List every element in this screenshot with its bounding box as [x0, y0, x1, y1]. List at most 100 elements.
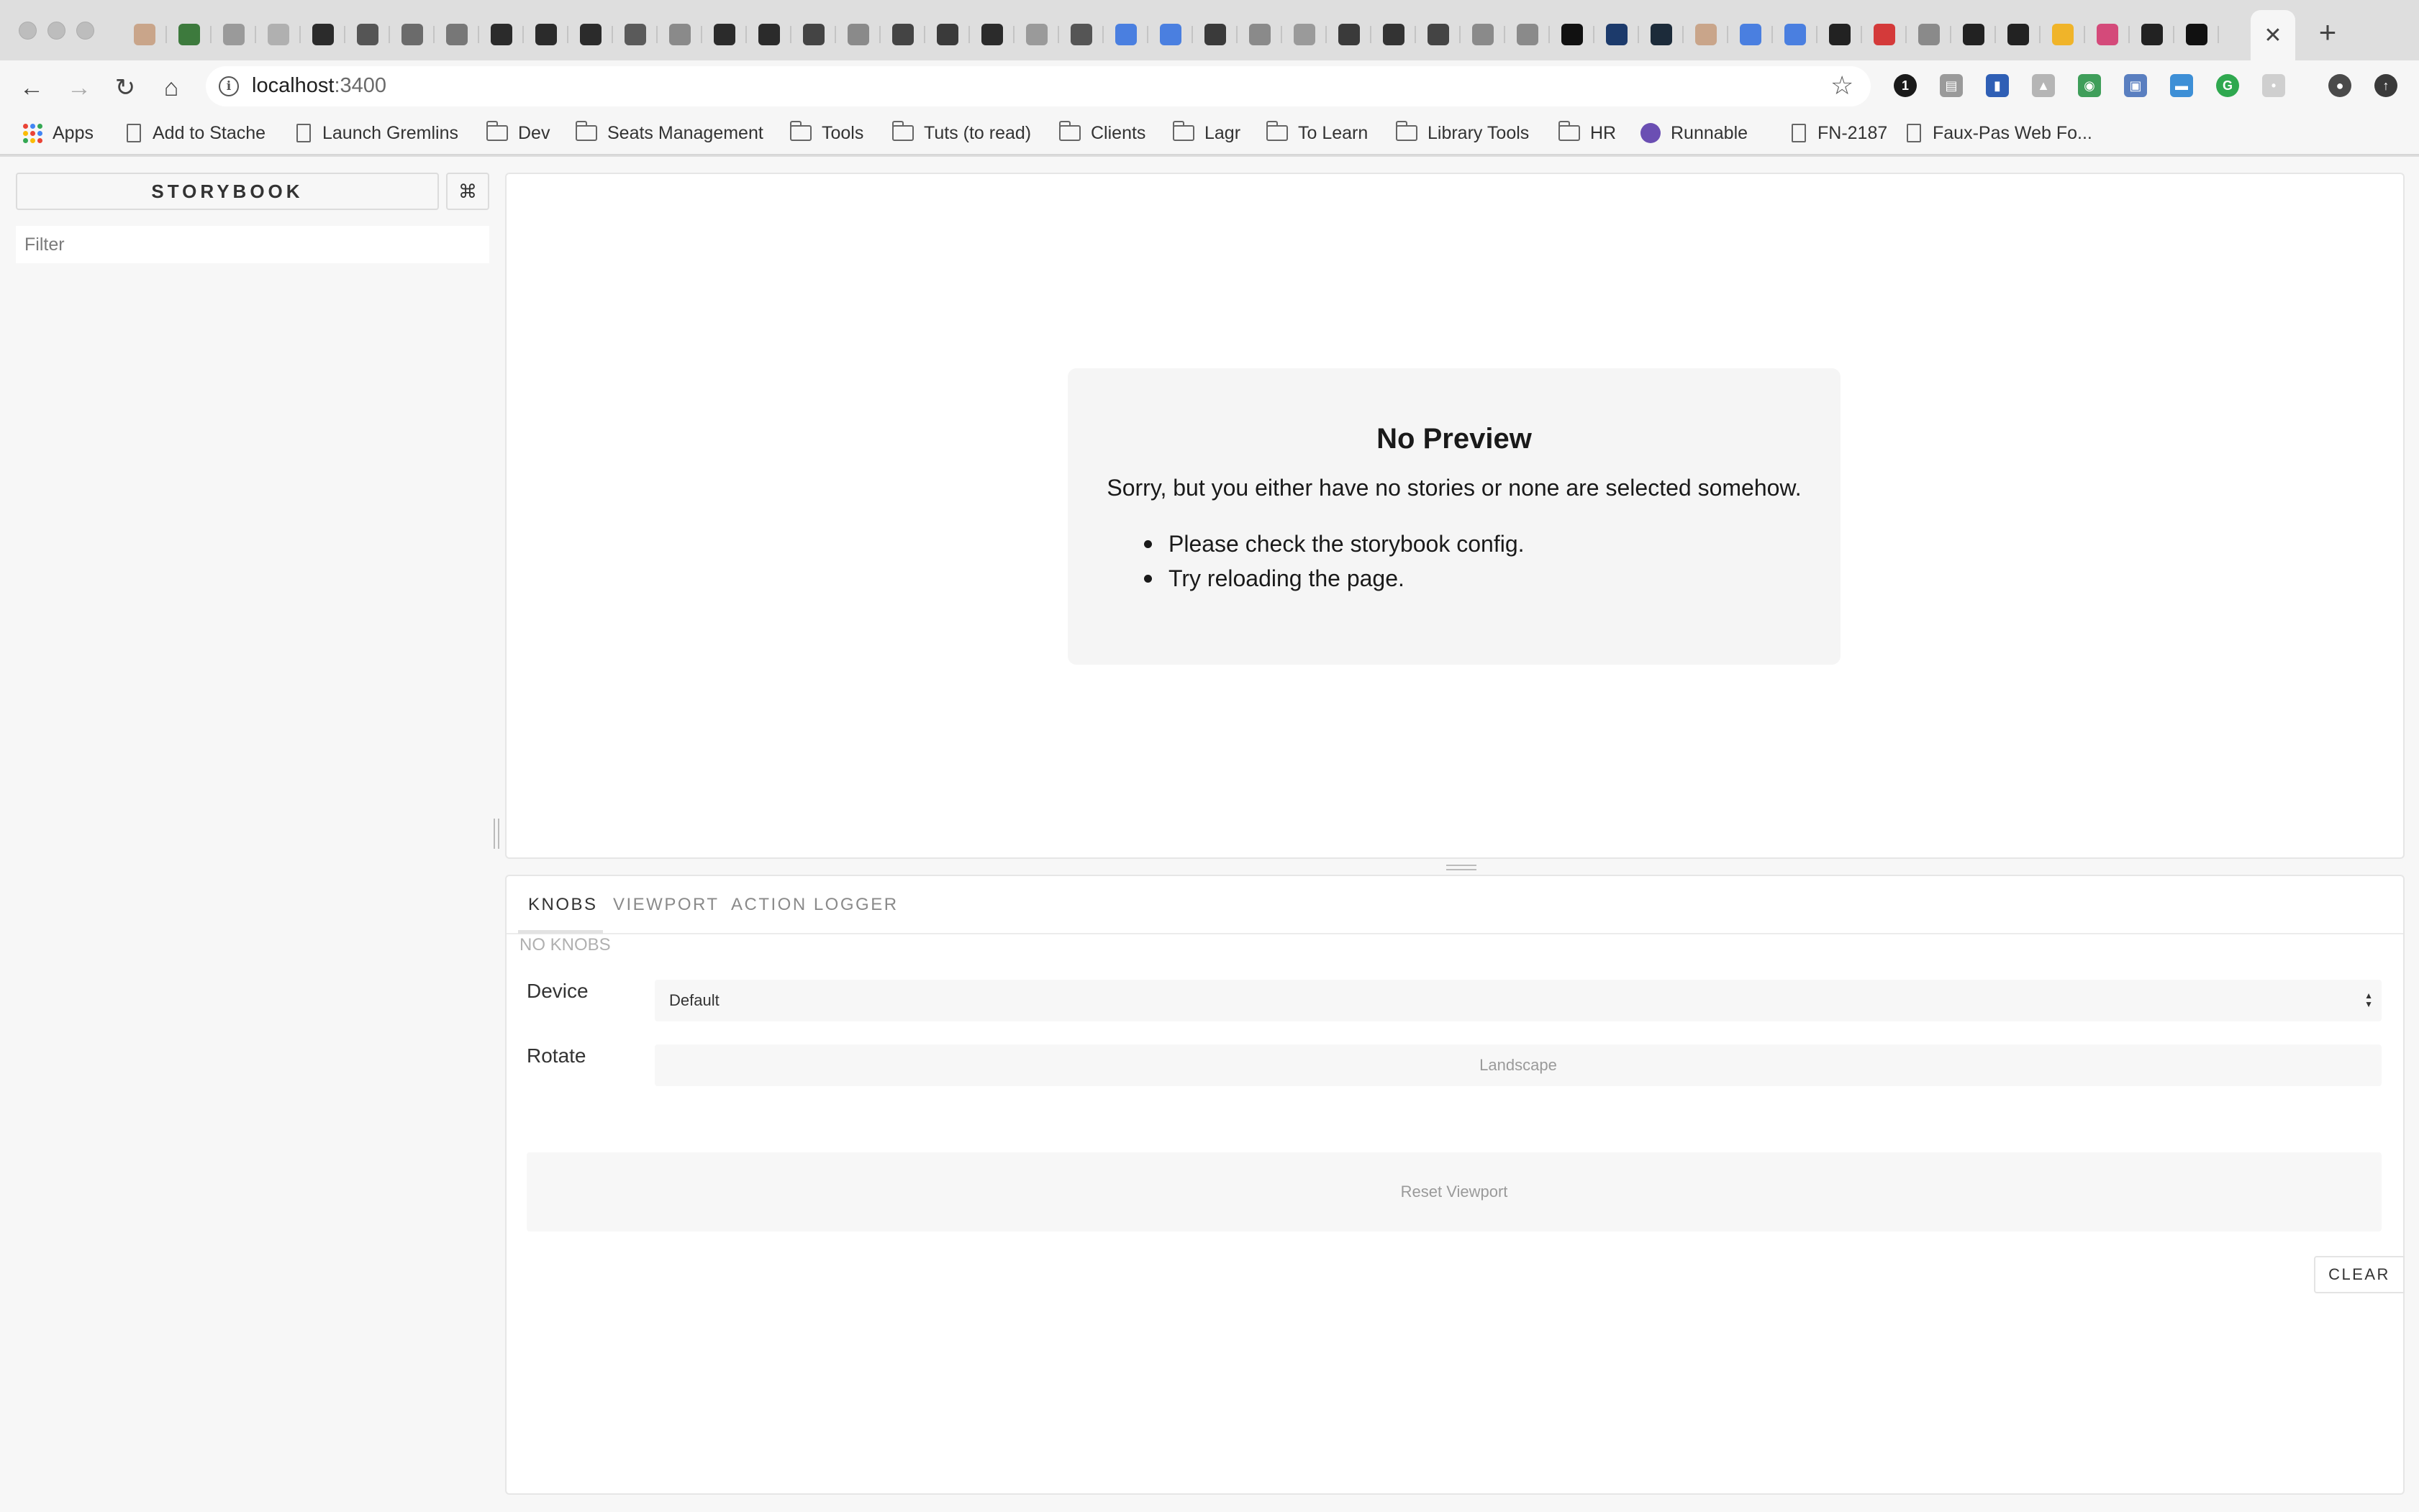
pinned-tab[interactable]: [2130, 17, 2174, 52]
tab-action-logger[interactable]: ACTION LOGGER: [731, 892, 899, 918]
pinned-tab[interactable]: [256, 17, 301, 52]
bookmark-label: Clients: [1091, 122, 1146, 143]
pinned-tab[interactable]: [122, 17, 167, 52]
bookmark-item[interactable]: Dev: [486, 121, 550, 145]
bookmark-item[interactable]: Library Tools: [1396, 121, 1529, 145]
close-tab-icon[interactable]: ✕: [2264, 23, 2282, 48]
bookmark-star-icon[interactable]: ☆: [1830, 70, 1853, 101]
pinned-tab[interactable]: [524, 17, 568, 52]
profile-avatar[interactable]: ●: [2328, 74, 2351, 97]
reader-icon[interactable]: ▤: [1940, 74, 1963, 97]
update-icon[interactable]: ↑: [2374, 74, 2397, 97]
pinned-tab[interactable]: [1639, 17, 1684, 52]
address-bar[interactable]: [206, 66, 1871, 106]
pinned-tab[interactable]: [1773, 17, 1817, 52]
pinned-tab[interactable]: [1951, 17, 1996, 52]
pinned-tab[interactable]: [1327, 17, 1371, 52]
bookmark-ext-icon[interactable]: ▮: [1986, 74, 2009, 97]
window-zoom-dot[interactable]: [76, 22, 94, 40]
shortcuts-button[interactable]: ⌘: [446, 173, 489, 210]
pinned-tab[interactable]: [1594, 17, 1639, 52]
pinned-tab[interactable]: [925, 17, 970, 52]
bookmark-item[interactable]: HR: [1558, 121, 1616, 145]
drive-icon[interactable]: ▲: [2032, 74, 2055, 97]
pinned-tab[interactable]: [1148, 17, 1193, 52]
bookmark-item[interactable]: Tuts (to read): [892, 121, 1031, 145]
bookmark-item[interactable]: Add to Stache: [127, 121, 266, 145]
pinned-tab[interactable]: [1996, 17, 2041, 52]
pinned-tab[interactable]: [2041, 17, 2085, 52]
home-icon[interactable]: ⌂: [157, 73, 186, 102]
window-close-dot[interactable]: [19, 22, 37, 40]
back-icon[interactable]: ←: [17, 73, 46, 102]
disabled-ext-icon[interactable]: •: [2262, 74, 2285, 97]
bookmark-item[interactable]: Apps: [23, 121, 94, 145]
window-ext-icon[interactable]: ▣: [2124, 74, 2147, 97]
tab-knobs[interactable]: KNOBS: [528, 892, 598, 918]
active-tab[interactable]: ✕: [2251, 10, 2295, 60]
bookmark-item[interactable]: Runnable: [1640, 121, 1748, 145]
bookmark-item[interactable]: Faux-Pas Web Fo...: [1907, 121, 2092, 145]
pinned-tab[interactable]: [658, 17, 702, 52]
panel-resize-handle[interactable]: [1446, 865, 1476, 870]
address-url[interactable]: localhost:3400: [252, 74, 386, 98]
pinned-tab[interactable]: [1238, 17, 1282, 52]
pinned-tab[interactable]: [1817, 17, 1862, 52]
storybook-brand[interactable]: STORYBOOK: [16, 173, 439, 210]
chat-ext-icon[interactable]: ▬: [2170, 74, 2193, 97]
pinned-tab[interactable]: [970, 17, 1015, 52]
pinned-tab[interactable]: [345, 17, 390, 52]
pinned-tab[interactable]: [702, 17, 747, 52]
pinned-tab[interactable]: [1015, 17, 1059, 52]
pinned-tab[interactable]: [1505, 17, 1550, 52]
pinned-tab[interactable]: [836, 17, 881, 52]
pinned-tab[interactable]: [212, 17, 256, 52]
bookmark-item[interactable]: FN-2187: [1792, 121, 1887, 145]
pinned-tab[interactable]: [1282, 17, 1327, 52]
search-ext-icon[interactable]: ◉: [2078, 74, 2101, 97]
window-minimize-dot[interactable]: [47, 22, 65, 40]
new-tab-button[interactable]: +: [2311, 15, 2344, 49]
pinned-tab[interactable]: [791, 17, 836, 52]
pinned-tab[interactable]: [2085, 17, 2130, 52]
pinned-tab[interactable]: [390, 17, 435, 52]
pinned-tab[interactable]: [1862, 17, 1907, 52]
pinned-tab[interactable]: [1907, 17, 1951, 52]
pinned-tab[interactable]: [167, 17, 212, 52]
pinned-tab[interactable]: [568, 17, 613, 52]
pinned-tab[interactable]: [1416, 17, 1461, 52]
pinned-tab[interactable]: [1684, 17, 1728, 52]
pinned-tab[interactable]: [1550, 17, 1594, 52]
reset-viewport-button[interactable]: Reset Viewport: [527, 1152, 2382, 1231]
filter-input[interactable]: [16, 226, 489, 263]
forward-icon[interactable]: →: [65, 73, 94, 102]
bookmark-item[interactable]: Lagr: [1173, 121, 1240, 145]
pinned-tab[interactable]: [2174, 17, 2219, 52]
pinned-tab[interactable]: [881, 17, 925, 52]
pinned-tab[interactable]: [1193, 17, 1238, 52]
pinned-tab[interactable]: [1371, 17, 1416, 52]
reload-icon[interactable]: ↻: [111, 73, 140, 102]
pinned-tab[interactable]: [1728, 17, 1773, 52]
grammarly-icon[interactable]: G: [2216, 74, 2239, 97]
pinned-tab[interactable]: [1104, 17, 1148, 52]
bookmark-item[interactable]: Tools: [790, 121, 863, 145]
landscape-button[interactable]: Landscape: [655, 1044, 2382, 1086]
sidebar-resize-handle[interactable]: [494, 819, 499, 849]
pinned-tab[interactable]: [1461, 17, 1505, 52]
bookmark-item[interactable]: Seats Management: [576, 121, 763, 145]
bookmark-item[interactable]: Launch Gremlins: [296, 121, 458, 145]
site-info-icon[interactable]: i: [219, 76, 239, 96]
pinned-tab[interactable]: [435, 17, 479, 52]
pinned-tab[interactable]: [301, 17, 345, 52]
pinned-tab[interactable]: [1059, 17, 1104, 52]
pinned-tab[interactable]: [479, 17, 524, 52]
bookmark-item[interactable]: To Learn: [1266, 121, 1368, 145]
clear-button[interactable]: CLEAR: [2314, 1256, 2405, 1293]
1password-icon[interactable]: 1: [1894, 74, 1917, 97]
bookmark-item[interactable]: Clients: [1059, 121, 1145, 145]
device-select[interactable]: Default ▲ ▼: [655, 980, 2382, 1021]
pinned-tab[interactable]: [747, 17, 791, 52]
pinned-tab[interactable]: [613, 17, 658, 52]
tab-viewport[interactable]: VIEWPORT: [613, 892, 720, 918]
